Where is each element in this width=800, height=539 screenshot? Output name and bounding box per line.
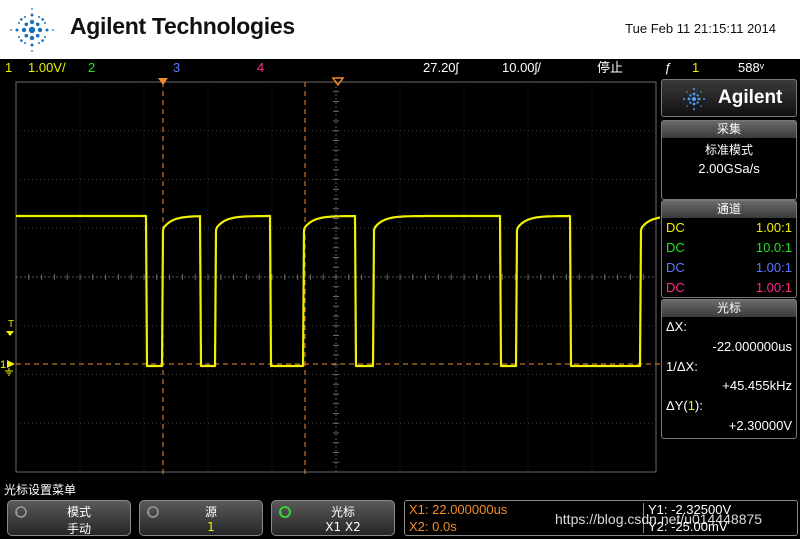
softkey-source[interactable]: 源 1 xyxy=(139,500,263,536)
run-state[interactable]: 停止 xyxy=(597,59,623,77)
cursors-header: 光标 xyxy=(662,300,796,317)
channel-row-4[interactable]: DC 1.00:1 xyxy=(662,278,796,298)
side-panel: Agilent 采集 标准模式 2.00GSa/s 通道 DC 1.00:1 DC 1… xyxy=(660,79,800,477)
delta-y-channel: 1 xyxy=(687,398,695,413)
channel-row-3[interactable]: DC 1.00:1 xyxy=(662,258,796,278)
trigger-level[interactable]: 588ᵛ xyxy=(738,59,764,77)
waveform-display[interactable]: T 1 xyxy=(0,77,660,477)
acquisition-mode: 标准模式 xyxy=(704,143,753,157)
softkey-cursors-label: 光标 xyxy=(330,505,355,519)
menu-title: 光标设置菜单 xyxy=(4,483,77,497)
agilent-logo-text: Agilent xyxy=(718,87,783,108)
channel-probe-ratio: 1.00:1 xyxy=(755,280,792,295)
ch1-scale[interactable]: 1.00V/ xyxy=(28,59,66,77)
softkey-source-label: 源 xyxy=(204,505,217,519)
ch4-number[interactable]: 4 xyxy=(257,59,264,77)
title-bar: Agilent Technologies Tue Feb 11 21:15:11… xyxy=(0,0,800,59)
channel-probe-ratio: 1.00:1 xyxy=(755,220,792,235)
delta-y-label: ΔY(1): xyxy=(666,398,703,413)
channels-panel[interactable]: 通道 DC 1.00:1 DC 10.0:1 DC 1.00:1 DC 1.00:1 xyxy=(661,200,797,298)
channels-header: 通道 xyxy=(662,201,796,218)
channel-probe-ratio: 1.00:1 xyxy=(755,260,792,275)
x1-readout: X1: 22.000000us xyxy=(409,502,508,517)
delta-x-label: ΔX: xyxy=(666,319,687,334)
ch3-number[interactable]: 3 xyxy=(173,59,180,77)
sample-rate: 2.00GSa/s xyxy=(698,161,760,176)
agilent-spark-icon xyxy=(10,8,54,52)
softkey-mode[interactable]: 模式 手动 xyxy=(7,500,131,536)
waveform-svg[interactable]: T 1 xyxy=(0,77,660,477)
horizontal-delay[interactable]: 27.20ʃ xyxy=(423,59,458,77)
inverse-delta-x-label: 1/ΔX: xyxy=(666,359,698,374)
delta-y-value: +2.30000V xyxy=(728,418,792,433)
brand-name: Agilent Technologies xyxy=(70,13,295,39)
ch2-number[interactable]: 2 xyxy=(88,59,95,77)
x2-readout: X2: 0.0s xyxy=(409,519,457,534)
agilent-logo-panel: Agilent xyxy=(661,79,797,117)
channel-coupling: DC xyxy=(666,260,685,275)
agilent-spark-icon xyxy=(683,88,705,110)
watermark-url: https://blog.csdn.net/u014448875 xyxy=(555,511,763,527)
delta-y-label-prefix: ΔY( xyxy=(666,398,688,413)
ch1-number[interactable]: 1 xyxy=(5,59,12,77)
channel-row-1[interactable]: DC 1.00:1 xyxy=(662,218,796,238)
cursors-panel[interactable]: 光标 ΔX: -22.000000us 1/ΔX: +45.455kHz ΔY(… xyxy=(661,299,797,439)
channel-coupling: DC xyxy=(666,240,685,255)
channel-coupling: DC xyxy=(666,220,685,235)
softkey-mode-value: 手动 xyxy=(66,522,91,536)
channel-coupling: DC xyxy=(666,280,685,295)
acquisition-panel[interactable]: 采集 标准模式 2.00GSa/s xyxy=(661,120,797,200)
delta-y-label-suffix: ): xyxy=(694,398,703,413)
channel-row-2[interactable]: DC 10.0:1 xyxy=(662,238,796,258)
softkey-cursors-value: X1 X2 xyxy=(325,520,361,534)
softkey-source-value: 1 xyxy=(207,520,215,534)
date-time: Tue Feb 11 21:15:11 2014 xyxy=(625,21,776,36)
delta-x-value: -22.000000us xyxy=(712,339,792,354)
softkey-cursors[interactable]: 光标 X1 X2 xyxy=(271,500,395,536)
trigger-source[interactable]: 1 xyxy=(692,59,699,77)
channel-probe-ratio: 10.0:1 xyxy=(755,240,792,255)
timebase-scale[interactable]: 10.00ʃ/ xyxy=(502,59,541,77)
acquisition-header: 采集 xyxy=(662,121,796,138)
trigger-level-marker: T xyxy=(8,319,14,330)
trigger-edge-icon: ƒ xyxy=(664,60,672,75)
softkey-mode-label: 模式 xyxy=(66,505,91,519)
status-bar: 1 1.00V/ 2 3 4 27.20ʃ 10.00ʃ/ 停止 ƒ 1 588… xyxy=(0,59,800,77)
ch1-ground-marker[interactable]: 1 xyxy=(0,359,6,371)
inverse-delta-x-value: +45.455kHz xyxy=(722,378,792,393)
